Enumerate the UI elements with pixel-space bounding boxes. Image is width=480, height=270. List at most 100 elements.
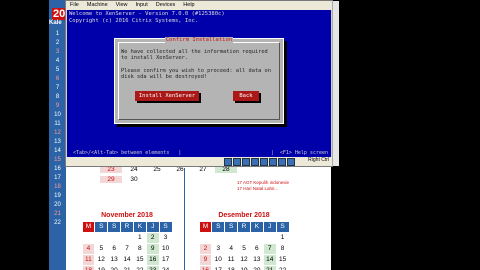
capture-icon[interactable] [287, 158, 295, 166]
install-xenserver-button[interactable]: Install XenServer [135, 91, 199, 101]
weekday-header: S [108, 222, 121, 232]
vertical-scrollbar[interactable] [332, 1, 339, 166]
calendar-left-digit: 21 [54, 211, 61, 217]
weekday-header: J [263, 222, 276, 232]
weekday-header: S [95, 222, 108, 232]
calendar-day: 16 [146, 255, 159, 265]
calendar-left-digit: 15 [54, 157, 61, 163]
calendar-day: 23 [100, 166, 122, 173]
confirm-installation-dialog: Confirm Installation We have collected a… [114, 37, 284, 124]
week-row: 18192021222324 [82, 266, 172, 270]
calendar-day: 13 [110, 256, 118, 263]
calendar-day: 27 [199, 166, 207, 173]
display-icon[interactable] [278, 158, 286, 166]
calendar-left-digit: 3 [55, 49, 60, 55]
weekday-header-row: MSSRKJS [82, 222, 172, 233]
back-button[interactable]: Back [233, 91, 259, 101]
calendar-day: 3 [163, 234, 168, 241]
calendar-left-digit: 1 [55, 31, 60, 37]
calendar-day: 5 [242, 245, 246, 252]
audio-icon[interactable] [242, 158, 250, 166]
calendar-day: 1 [280, 234, 285, 241]
weekday-header: J [146, 222, 159, 232]
calendar-left-digit: 7 [55, 85, 60, 91]
calendar-day: 9 [146, 244, 159, 254]
weekday-header: S [159, 222, 172, 232]
calendar-day [212, 233, 224, 243]
console-header-line: Copyright (c) 2016 Citrix Systems, Inc. [69, 18, 199, 24]
calendar-left-digit: 4 [55, 58, 60, 64]
week-row: 9 10 11 12 13 14 15 [199, 255, 289, 266]
weekday-header: S [225, 222, 238, 232]
calendar-left-digit: 20 [54, 202, 61, 208]
calendar-day [95, 233, 107, 243]
month-desember: Desember 2018 M S S R K J S 1 2 3 4 5 6 7 8 9 10 11 12 13 14… [199, 212, 289, 270]
calendar-day: 22 [277, 266, 289, 270]
week-row: 4 5 6 7 8 9 10 [82, 244, 172, 255]
calendar-day: 11 [82, 255, 95, 265]
calendar-left-digit: 17 [54, 175, 61, 181]
calendar-day [108, 233, 120, 243]
calendar-day: 28 [215, 166, 237, 173]
network-icon[interactable] [251, 158, 259, 166]
menu-view[interactable]: View [112, 1, 132, 10]
calendar-day: 8 [280, 245, 285, 252]
menu-devices[interactable]: Devices [152, 1, 180, 10]
calendar-day: 6 [112, 245, 116, 252]
calendar-day: 12 [240, 256, 248, 263]
calendar-kal-label: Kale [49, 20, 62, 26]
hdd-icon[interactable] [224, 158, 232, 166]
shared-folder-icon[interactable] [269, 158, 277, 166]
console-header-line: Welcome to XenServer - Version 7.0.0 (#1… [69, 11, 225, 17]
calendar-left-digit: 19 [54, 193, 61, 199]
month-title: Desember 2018 [218, 212, 270, 219]
weekday-header-row: MSSRKJS [199, 222, 289, 233]
calendar-left-digit: 9 [55, 103, 60, 109]
menu-bar: File Machine View Input Devices Help [66, 1, 332, 10]
calendar-day [238, 233, 250, 243]
calendar-day: 5 [99, 245, 104, 252]
calendar-left-digit: 14 [54, 148, 61, 154]
calendar-day: 20 [251, 266, 263, 270]
calendar-day: 1 [138, 234, 142, 241]
calendar-notes: 17 AGT Kepulih indonesie 17 Hari Natal L… [237, 180, 289, 192]
menu-input[interactable]: Input [132, 1, 152, 10]
calendar-day: 3 [216, 245, 221, 252]
calendar-day: 4 [229, 245, 233, 252]
week-row: 23 4 5 678 [199, 244, 289, 255]
calendar-day [225, 233, 237, 243]
month-title: November 2018 [101, 212, 153, 219]
weekday-header: M [199, 222, 212, 232]
calendar-row: 23 24 25 26 27 28 [100, 166, 290, 173]
week-row: 123 [82, 233, 172, 244]
calendar-day: 6 [255, 245, 259, 252]
weekday-header: K [133, 222, 146, 232]
calendar-note: 17 Hari Natal Lahir... [237, 186, 279, 191]
calendar-left-digit: 22 [54, 220, 61, 226]
calendar-day: 18 [225, 266, 237, 270]
calendar-day: 13 [253, 256, 261, 263]
calendar-day: 30 [130, 176, 138, 183]
calendar-day: 17 [212, 266, 224, 270]
calendar-day: 21 [121, 266, 133, 270]
calendar-day: 19 [95, 266, 107, 270]
cd-icon[interactable] [233, 158, 241, 166]
calendar-day: 12 [97, 256, 105, 263]
calendar-day: 10 [214, 256, 222, 263]
menu-file[interactable]: File [66, 1, 83, 10]
calendar-left-digit: 13 [54, 139, 61, 145]
usb-icon[interactable] [260, 158, 268, 166]
right-black-bar [331, 0, 480, 270]
keyboard-hint-right: | <F1> Help screen [270, 150, 328, 156]
calendar-left-digit: 2 [55, 40, 60, 46]
menu-machine[interactable]: Machine [83, 1, 112, 10]
calendar-left-digit: 12 [54, 130, 61, 136]
calendar-left-digit: 18 [54, 184, 61, 190]
host-key-label: Right Ctrl [308, 157, 329, 163]
calendar-day: 21 [263, 266, 276, 270]
calendar-day [264, 233, 276, 243]
weekday-header: K [250, 222, 263, 232]
menu-help[interactable]: Help [179, 1, 198, 10]
vm-console-screen[interactable]: Welcome to XenServer - Version 7.0.0 (#1… [67, 10, 331, 157]
virtualbox-window[interactable]: File Machine View Input Devices Help Wel… [65, 0, 339, 167]
